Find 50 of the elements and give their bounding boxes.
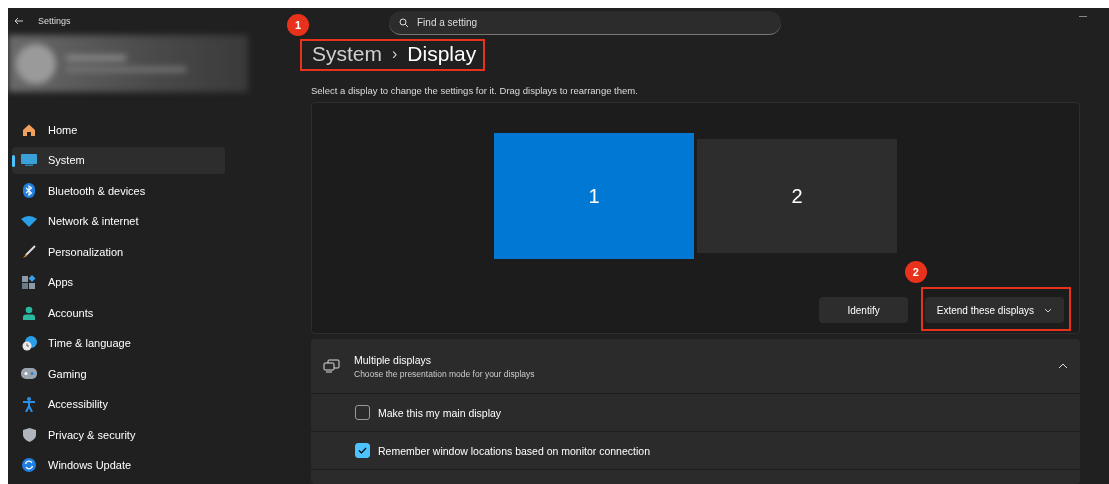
section-title: Multiple displays	[354, 353, 433, 366]
bluetooth-icon	[23, 183, 35, 198]
minimize-icon[interactable]	[1079, 16, 1087, 18]
checkbox[interactable]	[355, 405, 370, 420]
page-title: Display	[407, 42, 477, 66]
sidebar-item[interactable]: Accounts	[12, 299, 225, 326]
sidebar-item[interactable]: Apps	[12, 268, 225, 296]
sidebar-item[interactable]: Windows Update	[12, 451, 225, 479]
identify-button[interactable]: Identify	[819, 297, 908, 323]
section-subtitle: Choose the presentation mode for your displays	[354, 368, 536, 379]
time-icon	[21, 335, 37, 351]
page-description: Select a display to change the settings for it. Drag displays to rearrange them.	[311, 85, 639, 96]
window-title: Settings	[38, 15, 71, 26]
chevron-icon[interactable]	[1058, 363, 1068, 369]
checkmark-icon	[358, 447, 367, 454]
privacy-icon	[22, 427, 36, 442]
display-tile[interactable]: 1	[494, 133, 694, 259]
gaming-icon	[21, 368, 37, 379]
breadcrumb-link[interactable]: System	[312, 42, 382, 66]
search-icon	[399, 18, 409, 28]
sidebar-item[interactable]: System	[12, 146, 225, 174]
brush-icon	[22, 244, 36, 259]
sidebar-item[interactable]: Gaming	[12, 360, 225, 387]
monitors-icon	[323, 359, 340, 373]
sidebar-item[interactable]: Home	[12, 116, 225, 143]
sidebar-item[interactable]: Network & internet	[12, 207, 225, 235]
chevron-down-icon	[1044, 307, 1052, 313]
sidebar-item[interactable]: Accessibility	[12, 390, 225, 418]
home-icon	[22, 122, 36, 137]
back-arrow-icon[interactable]	[14, 16, 24, 25]
profile-card[interactable]	[8, 35, 248, 92]
sidebar-item[interactable]: Privacy & security	[12, 421, 225, 448]
accounts-icon	[22, 305, 36, 320]
sidebar-item[interactable]: Personalization	[12, 238, 225, 265]
display-tile[interactable]: 2	[697, 139, 897, 253]
step-badge: 1	[287, 14, 309, 36]
system-icon	[21, 154, 37, 166]
checkbox-label: Make this my main display	[378, 406, 502, 419]
apps-icon	[22, 275, 36, 289]
search-field[interactable]: Find a setting	[389, 11, 781, 35]
display-mode-dropdown[interactable]: Extend these displays	[924, 297, 1064, 323]
step-badge: 2	[904, 261, 927, 283]
checkbox-label: Remember window locations based on monitor connection	[378, 444, 650, 457]
sidebar-item[interactable]: Bluetooth & devices	[12, 177, 225, 204]
checkbox[interactable]	[355, 443, 370, 458]
breadcrumb-separator: ›	[392, 45, 398, 63]
accessibility-icon	[23, 396, 35, 412]
update-icon	[22, 458, 36, 472]
network-icon	[21, 215, 37, 227]
sidebar-item[interactable]: Time & language	[12, 329, 225, 357]
